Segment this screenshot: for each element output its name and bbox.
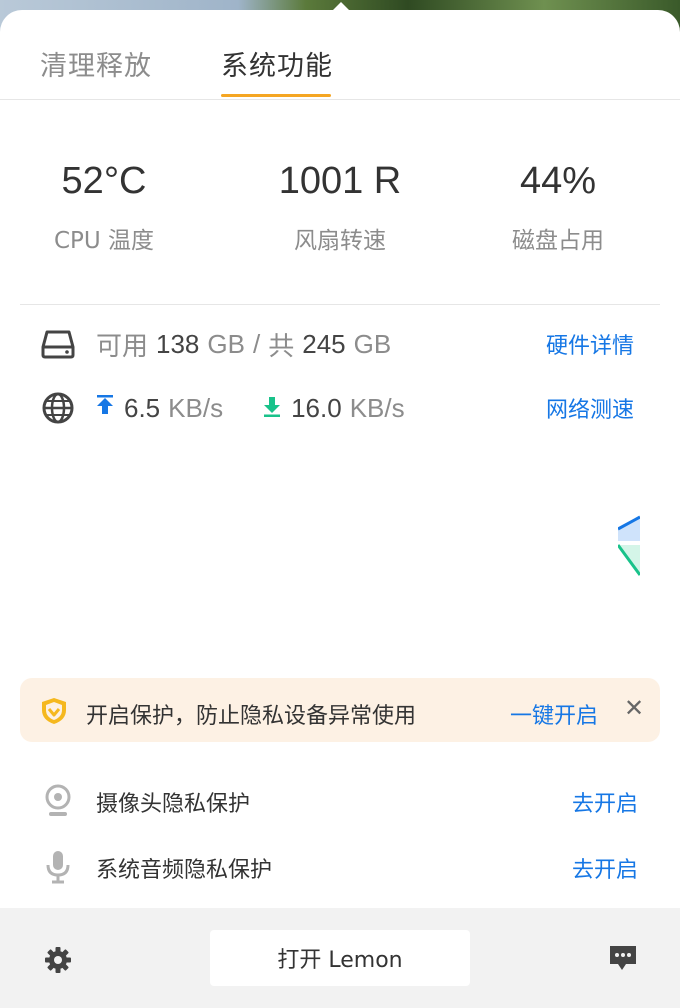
audio-privacy-row: 系统音频隐私保护 去开启 — [40, 846, 640, 886]
close-icon[interactable]: ✕ — [624, 694, 644, 722]
open-lemon-button[interactable]: 打开 Lemon — [210, 930, 470, 986]
gear-icon[interactable] — [44, 946, 72, 978]
upload-unit: KB/s — [168, 392, 224, 423]
network-chart-fragment — [616, 515, 642, 579]
audio-privacy-label: 系统音频隐私保护 — [96, 858, 273, 883]
disk-capacity-row: 可用 138 GB / 共 245 GB 硬件详情 — [40, 324, 640, 364]
disk-icon — [40, 326, 76, 362]
disk-usage-label: 磁盘占用 — [512, 228, 604, 254]
network-speed-test-link[interactable]: 网络测速 — [546, 392, 634, 424]
camera-privacy-enable-link[interactable]: 去开启 — [572, 786, 638, 818]
fan-speed-value: 1001 R — [278, 160, 402, 202]
upload-arrow-icon — [94, 394, 116, 422]
upload-value: 6.5 — [124, 392, 161, 423]
camera-privacy-label: 摄像头隐私保护 — [96, 792, 251, 817]
microphone-icon — [44, 850, 72, 888]
download-arrow-icon — [261, 394, 283, 422]
capacity-separator: / — [252, 328, 261, 359]
shield-icon — [40, 696, 68, 730]
privacy-protect-banner: 开启保护，防止隐私设备异常使用 一键开启 ✕ — [20, 678, 660, 742]
hardware-details-link[interactable]: 硬件详情 — [546, 328, 634, 360]
available-unit: GB — [207, 328, 245, 359]
tab-system-functions[interactable]: 系统功能 — [221, 44, 333, 83]
disk-usage-value: 44% — [519, 160, 597, 202]
tab-cleanup[interactable]: 清理释放 — [40, 44, 152, 83]
popover-caret — [331, 2, 351, 12]
fan-speed-stat: 1001 R 风扇转速 — [220, 160, 460, 255]
cpu-temp-stat: 52°C CPU 温度 — [0, 160, 224, 255]
available-prefix: 可用 — [96, 330, 149, 361]
section-divider — [20, 304, 660, 305]
active-tab-indicator — [221, 94, 331, 97]
camera-icon — [44, 784, 72, 822]
download-value: 16.0 — [291, 392, 342, 423]
camera-privacy-row: 摄像头隐私保护 去开启 — [40, 780, 640, 820]
cpu-temp-value: 52°C — [61, 160, 147, 202]
lemon-popover-panel: 清理释放 系统功能 52°C CPU 温度 1001 R 风扇转速 44% 磁盘… — [0, 10, 680, 1008]
total-value: 245 — [302, 328, 346, 359]
tab-bar: 清理释放 系统功能 — [0, 10, 680, 100]
fan-speed-label: 风扇转速 — [294, 228, 386, 254]
audio-privacy-enable-link[interactable]: 去开启 — [572, 852, 638, 884]
total-prefix: 共 — [268, 330, 295, 361]
cpu-temp-label: CPU 温度 — [53, 228, 155, 254]
banner-message: 开启保护，防止隐私设备异常使用 — [86, 704, 417, 729]
network-speed-row: 6.5 KB/s 16.0 KB/s 网络测速 — [40, 388, 640, 428]
footer-bar: 打开 Lemon — [0, 908, 680, 1008]
chat-icon[interactable] — [608, 944, 638, 976]
available-value: 138 — [156, 328, 200, 359]
download-unit: KB/s — [349, 392, 405, 423]
disk-usage-stat: 44% 磁盘占用 — [438, 160, 678, 255]
one-click-enable-button[interactable]: 一键开启 — [510, 698, 598, 730]
total-unit: GB — [353, 328, 392, 359]
globe-icon — [40, 390, 76, 426]
